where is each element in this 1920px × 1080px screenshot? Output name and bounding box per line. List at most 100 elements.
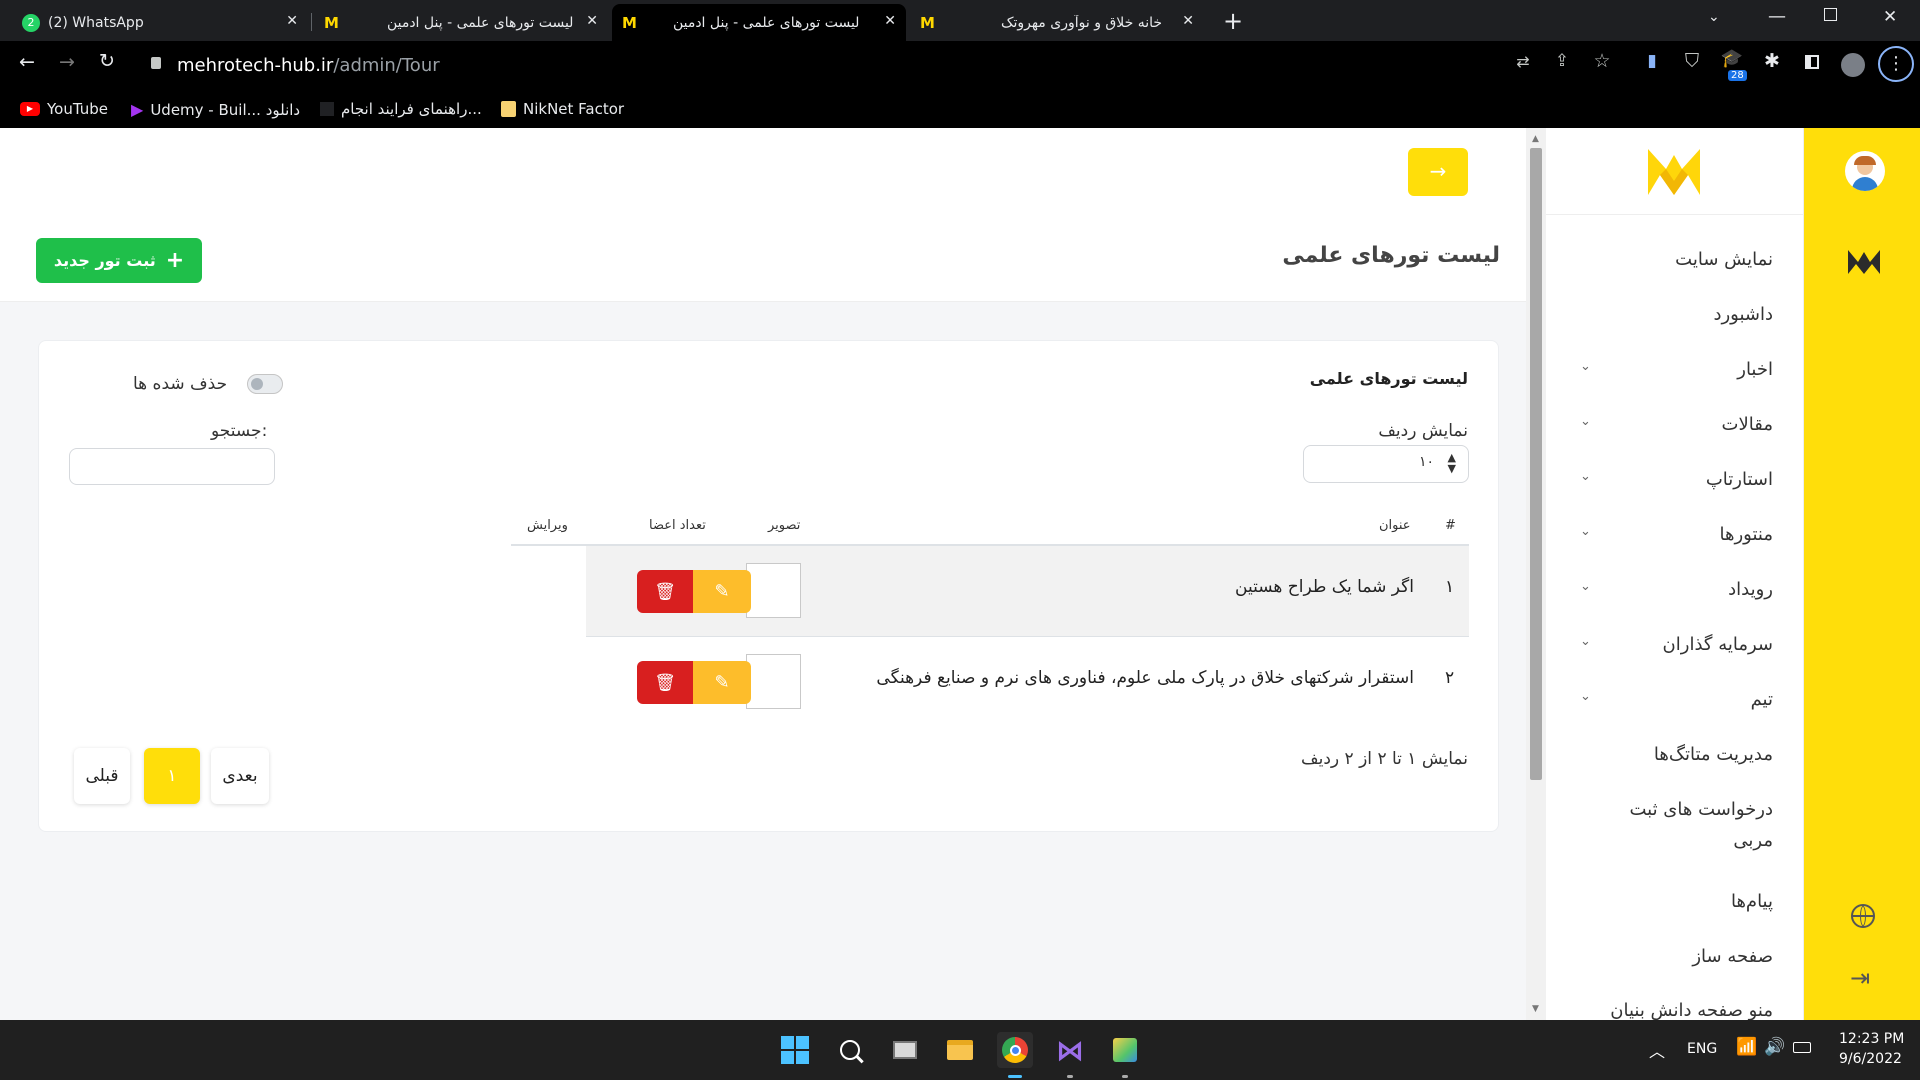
lock-icon: [151, 57, 161, 69]
extension-doc-icon[interactable]: ▮: [1639, 51, 1665, 71]
sidebar-item[interactable]: صفحه ساز: [1573, 946, 1773, 967]
task-view-icon[interactable]: [887, 1032, 923, 1068]
logout-icon[interactable]: ⇥: [1850, 964, 1870, 992]
sidebar-item-label: صفحه ساز: [1692, 946, 1773, 967]
paint-app-icon[interactable]: [1107, 1032, 1143, 1068]
visual-studio-icon[interactable]: ⋈: [1052, 1032, 1088, 1068]
next-page-button[interactable]: بعدی: [211, 748, 269, 804]
chevron-down-icon[interactable]: ⌄: [1580, 359, 1591, 374]
share-icon[interactable]: ⇪: [1549, 51, 1575, 71]
close-tab-icon[interactable]: ✕: [286, 13, 298, 29]
page-1-button[interactable]: ۱: [144, 748, 200, 804]
bookmark-udemy[interactable]: ▶ Udemy - Buil... دانلود: [131, 100, 300, 119]
chevron-down-icon[interactable]: ⌄: [1580, 524, 1591, 539]
globe-icon[interactable]: [1851, 904, 1875, 928]
prev-page-button[interactable]: قبلی: [74, 748, 130, 804]
sidebar-item[interactable]: استارتاپ: [1573, 469, 1773, 490]
bookmark-label: راهنمای فرایند انجام...: [341, 100, 482, 118]
bookmark-niknet[interactable]: NikNet Factor: [501, 100, 624, 118]
close-tab-icon[interactable]: ✕: [1182, 13, 1194, 29]
side-panel-icon[interactable]: [1799, 52, 1825, 74]
page-size-label: نمایش ردیف: [1378, 421, 1468, 441]
page-scrollbar[interactable]: ▲ ▼: [1526, 128, 1546, 1020]
shield-extension-icon[interactable]: ⛉: [1679, 50, 1705, 72]
close-tab-icon[interactable]: ✕: [884, 13, 896, 29]
sidebar-item[interactable]: درخواست های ثبت مربی: [1613, 794, 1773, 856]
brand-logo[interactable]: [1646, 145, 1702, 197]
sidebar-item[interactable]: منو صفحه دانش بنیان: [1573, 1000, 1773, 1020]
windows-start-icon[interactable]: [777, 1032, 813, 1068]
reload-icon[interactable]: ↻: [94, 50, 120, 72]
chevron-down-icon[interactable]: ⌄: [1580, 414, 1591, 429]
trash-icon: 🗑: [654, 672, 676, 693]
delete-button[interactable]: 🗑: [637, 661, 693, 704]
deleted-toggle[interactable]: [247, 374, 283, 394]
language-indicator[interactable]: ENG: [1687, 1041, 1717, 1057]
bookmark-star-icon[interactable]: ☆: [1589, 50, 1615, 72]
chevron-down-icon[interactable]: ⌄: [1580, 689, 1591, 704]
sidebar-item[interactable]: پیام‌ها: [1573, 891, 1773, 912]
back-icon[interactable]: ←: [14, 51, 40, 73]
file-explorer-icon[interactable]: [942, 1032, 978, 1068]
bookmark-youtube[interactable]: ▶ YouTube: [20, 100, 108, 118]
sidebar-item-label: مقالات: [1721, 414, 1773, 435]
address-bar[interactable]: mehrotech-hub.ir/admin/Tour: [137, 47, 1592, 84]
search-icon[interactable]: [832, 1032, 868, 1068]
restore-icon[interactable]: [1824, 8, 1837, 21]
minimize-icon[interactable]: —: [1768, 6, 1786, 27]
forward-icon[interactable]: →: [54, 51, 80, 73]
clock-date[interactable]: 9/6/2022: [1839, 1051, 1902, 1067]
close-window-icon[interactable]: ✕: [1883, 7, 1897, 27]
tray-overflow-icon[interactable]: ︿: [1649, 1038, 1665, 1062]
tab-mehrotech-home[interactable]: M خانه خلاق و نوآوری مهروتک ✕: [910, 4, 1204, 41]
close-tab-icon[interactable]: ✕: [586, 13, 598, 29]
tour-image: [746, 654, 801, 709]
chevron-down-icon[interactable]: ⌄: [1580, 469, 1591, 484]
sidebar-item[interactable]: تیم: [1573, 689, 1773, 710]
tab-search-icon[interactable]: ⌄: [1708, 9, 1720, 25]
sidebar-item[interactable]: سرمایه گذاران: [1573, 634, 1773, 655]
user-avatar[interactable]: [1845, 151, 1885, 191]
add-tour-label: ثبت تور جدید: [53, 251, 156, 270]
sidebar-item[interactable]: منتورها: [1573, 524, 1773, 545]
sidebar-item[interactable]: اخبار: [1573, 359, 1773, 380]
puzzle-extensions-icon[interactable]: ✱: [1759, 50, 1785, 72]
col-num: #: [1445, 518, 1456, 533]
bookmark-guide[interactable]: راهنمای فرایند انجام...: [320, 100, 482, 118]
grad-cap-extension-icon[interactable]: 🎓: [1719, 48, 1745, 69]
edit-button[interactable]: ✎: [693, 661, 751, 704]
chevron-down-icon[interactable]: ⌄: [1580, 634, 1591, 649]
clock-time[interactable]: 12:23 PM: [1839, 1031, 1904, 1047]
volume-icon[interactable]: 🔊: [1764, 1037, 1785, 1057]
sidebar-item[interactable]: رویداد: [1573, 579, 1773, 600]
rail-logo-icon[interactable]: [1844, 242, 1884, 282]
tab-whatsapp[interactable]: 2 (2) WhatsApp ✕: [12, 4, 308, 41]
page-icon: [320, 102, 334, 116]
sidebar-item[interactable]: مقالات: [1573, 414, 1773, 435]
battery-icon[interactable]: [1793, 1042, 1811, 1053]
chevron-down-icon[interactable]: ⌄: [1580, 579, 1591, 594]
edit-button[interactable]: ✎: [693, 570, 751, 613]
sidebar-item[interactable]: داشبورد: [1573, 304, 1773, 325]
chrome-icon[interactable]: [997, 1032, 1033, 1068]
search-input[interactable]: [69, 448, 275, 485]
new-tab-button[interactable]: +: [1218, 7, 1248, 37]
icon-rail: ⇥: [1804, 128, 1920, 1020]
scrollbar-thumb[interactable]: [1530, 148, 1542, 780]
sidebar-item-label: اخبار: [1737, 359, 1773, 380]
bookmarks-bar: ▶ YouTube ▶ Udemy - Buil... دانلود راهنم…: [0, 90, 1920, 128]
sidebar-item[interactable]: مدیریت متاتگ‌ها: [1573, 744, 1773, 765]
card-title: لیست تورهای علمی: [1309, 369, 1468, 388]
add-tour-button[interactable]: + ثبت تور جدید: [36, 238, 202, 283]
profile-avatar[interactable]: [1841, 53, 1865, 77]
translate-icon[interactable]: ⇄: [1510, 52, 1536, 71]
delete-button[interactable]: 🗑: [637, 570, 693, 613]
tab-admin-tours-1[interactable]: M لیست تورهای علمی - پنل ادمین ✕: [314, 4, 608, 41]
tab-admin-tours-active[interactable]: M لیست تورهای علمی - پنل ادمین ✕: [612, 4, 906, 41]
page-size-select[interactable]: ۱۰ ▲ ▼: [1303, 445, 1469, 483]
collapse-sidebar-button[interactable]: →: [1408, 148, 1468, 196]
menu-kebab-icon[interactable]: ⋮: [1878, 46, 1914, 82]
wifi-icon[interactable]: 📶: [1736, 1037, 1757, 1057]
sidebar-item[interactable]: نمایش سایت: [1573, 249, 1773, 270]
page-title: لیست تورهای علمی: [1282, 243, 1500, 268]
